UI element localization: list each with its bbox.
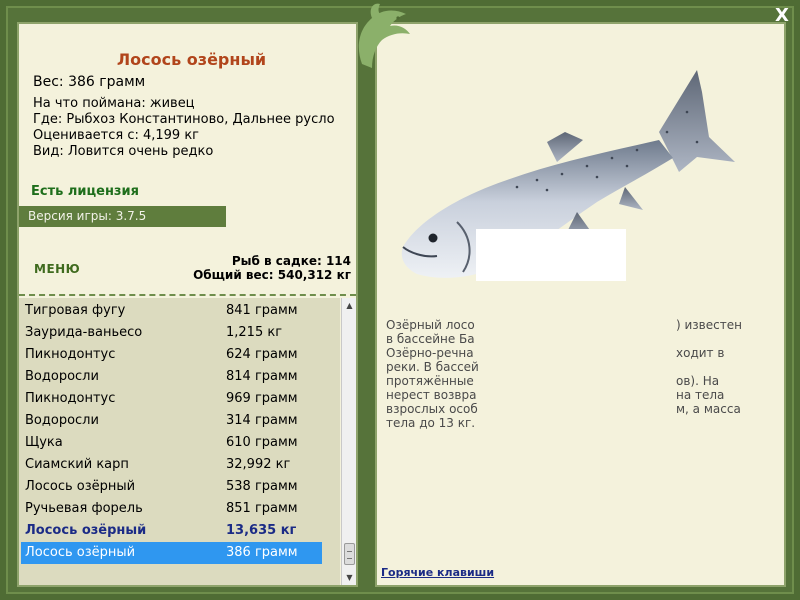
list-item-weight: 814 грамм — [226, 369, 298, 384]
desc-line-right: ов). На — [676, 374, 720, 388]
list-item-weight: 624 грамм — [226, 347, 298, 362]
list-item-weight: 314 грамм — [226, 413, 298, 428]
fish-info: Лосось озёрный Вес: 386 грамм На что пой… — [19, 24, 356, 294]
list-item-weight: 386 грамм — [226, 545, 298, 560]
fish-weight: Вес: 386 грамм — [33, 74, 146, 90]
fish-count: Рыб в садке: 114 — [231, 254, 351, 268]
list-item-name: Водоросли — [25, 369, 99, 384]
list-item[interactable]: Тигровая фугу 841 грамм — [21, 300, 322, 322]
desc-line-left: в бассейне Ба — [386, 332, 475, 346]
list-item[interactable]: Пикнодонтус 969 грамм — [21, 388, 322, 410]
scroll-down-arrow-icon[interactable]: ▼ — [342, 570, 357, 585]
list-item[interactable]: Водоросли 314 грамм — [21, 410, 322, 432]
desc-line-left: тела до 13 кг. — [386, 416, 476, 430]
fish-bait: На что поймана: живец — [33, 96, 195, 111]
list-item-name: Водоросли — [25, 413, 99, 428]
list-item[interactable]: Ручьевая форель 851 грамм — [21, 498, 322, 520]
list-item-weight: 851 грамм — [226, 501, 298, 516]
list-item[interactable]: Сиамский карп 32,992 кг — [21, 454, 322, 476]
list-item-name: Заурида-ваньесо — [25, 325, 143, 340]
total-weight: Общий вес: 540,312 кг — [193, 268, 351, 282]
fish-logo-icon — [358, 3, 410, 68]
list-item-name: Щука — [25, 435, 63, 450]
image-overlay — [476, 229, 626, 281]
fish-location: Где: Рыбхоз Константиново, Дальнее русло — [33, 112, 335, 127]
list-item[interactable]: Водоросли 814 грамм — [21, 366, 322, 388]
list-item-name: Тигровая фугу — [25, 303, 126, 318]
list-item-record[interactable]: Лосось озёрный 13,635 кг — [21, 520, 322, 542]
close-icon[interactable]: X — [772, 6, 792, 26]
list-item[interactable]: Пикнодонтус 624 грамм — [21, 344, 322, 366]
menu-button[interactable]: МЕНЮ — [34, 262, 80, 276]
list-item-weight: 538 грамм — [226, 479, 298, 494]
fish-description: Озёрный лосо ) известен в бассейне Ба Оз… — [386, 318, 746, 430]
list-item-name: Пикнодонтус — [25, 391, 116, 406]
desc-line-right: м, а масса — [676, 402, 741, 416]
game-version: Версия игры: 3.7.5 — [19, 206, 226, 227]
license-status: Есть лицензия — [31, 184, 139, 199]
list-item-selected[interactable]: Лосось озёрный 386 грамм — [21, 542, 322, 564]
list-item-name: Лосось озёрный — [25, 545, 136, 560]
scroll-thumb[interactable] — [344, 543, 355, 565]
list-item-name: Сиамский карп — [25, 457, 129, 472]
list-item-name: Лосось озёрный — [25, 523, 147, 538]
fish-rarity: Вид: Ловится очень редко — [33, 144, 214, 159]
desc-line-right: ходит в — [676, 346, 725, 360]
catch-info-panel: Лосось озёрный Вес: 386 грамм На что пой… — [17, 22, 358, 587]
catch-list: Тигровая фугу 841 грамм Заурида-ваньесо … — [19, 298, 340, 585]
list-item-weight: 969 грамм — [226, 391, 298, 406]
scroll-up-arrow-icon[interactable]: ▲ — [342, 298, 357, 313]
desc-line-right: ) известен — [676, 318, 742, 332]
list-item-name: Ручьевая форель — [25, 501, 143, 516]
list-item-weight: 1,215 кг — [226, 325, 283, 340]
fish-title: Лосось озёрный — [116, 50, 267, 69]
fish-picture-panel: Озёрный лосо ) известен в бассейне Ба Оз… — [375, 22, 786, 587]
list-item-name: Лосось озёрный — [25, 479, 136, 494]
keepnet-stats: Рыб в садке: 114 Общий вес: 540,312 кг — [193, 254, 351, 282]
list-item-weight: 841 грамм — [226, 303, 298, 318]
fish-value: Оценивается с: 4,199 кг — [33, 128, 200, 143]
list-item-name: Пикнодонтус — [25, 347, 116, 362]
list-item-weight: 32,992 кг — [226, 457, 291, 472]
hotkeys-link[interactable]: Горячие клавиши — [381, 566, 494, 579]
list-item-weight: 610 грамм — [226, 435, 298, 450]
divider — [19, 294, 356, 296]
list-item-weight: 13,635 кг — [226, 523, 297, 538]
list-scrollbar[interactable]: ▲ ▼ — [341, 298, 356, 585]
list-item[interactable]: Лосось озёрный 538 грамм — [21, 476, 322, 498]
desc-line-left: реки. В бассей — [386, 360, 479, 374]
desc-line-right: на тела — [676, 388, 725, 402]
list-item[interactable]: Заурида-ваньесо 1,215 кг — [21, 322, 322, 344]
list-item[interactable]: Щука 610 грамм — [21, 432, 322, 454]
